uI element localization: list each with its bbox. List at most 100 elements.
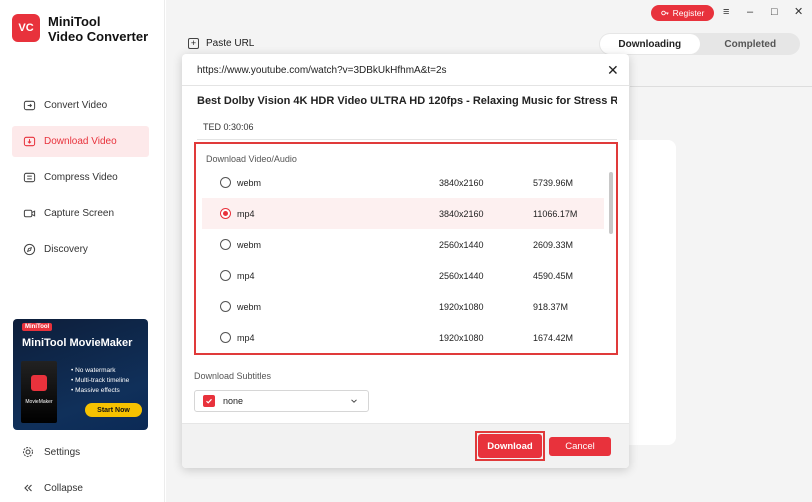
format-size: 11066.17M <box>533 208 578 219</box>
app-name-line1: MiniTool <box>48 14 101 29</box>
format-resolution: 3840x2160 <box>439 208 484 219</box>
check-icon <box>206 398 212 404</box>
video-url: https://www.youtube.com/watch?v=3DBkUkHf… <box>197 65 447 76</box>
format-row[interactable]: mp4 3840x2160 11066.17M <box>202 198 604 229</box>
format-name: webm <box>237 239 262 250</box>
divider <box>182 85 629 86</box>
format-resolution: 2560x1440 <box>439 270 484 281</box>
sidebar: VC MiniTool Video Converter Convert Vide… <box>0 0 165 502</box>
format-name: webm <box>237 301 262 312</box>
chevron-down-icon <box>351 399 357 403</box>
app-logo: VC <box>12 14 40 42</box>
format-size: 4590.45M <box>533 270 574 281</box>
sidebar-item-capture-screen[interactable]: Capture Screen <box>12 198 149 229</box>
register-label: Register <box>672 8 705 18</box>
format-row[interactable]: webm 2560x1440 2609.33M <box>202 229 604 260</box>
download-button[interactable]: Download <box>478 434 542 458</box>
promo-feature: Massive effects <box>71 386 129 396</box>
sidebar-item-label: Compress Video <box>44 172 118 183</box>
promo-feature: Multi-track timeline <box>71 376 129 386</box>
sidebar-item-label: Download Video <box>44 136 117 147</box>
subtitles-value: none <box>223 396 244 406</box>
collapse-button[interactable]: Collapse <box>22 482 83 494</box>
radio-button[interactable] <box>220 332 231 343</box>
format-list: webm 3840x2160 5739.96M mp4 3840x2160 11… <box>202 167 604 353</box>
format-row[interactable]: mp4 1920x1080 1674.42M <box>202 322 604 353</box>
format-row[interactable]: webm 1920x1080 918.37M <box>202 291 604 322</box>
format-list-scrollbar[interactable] <box>609 172 613 234</box>
promo-box-label: MovieMaker <box>25 399 53 405</box>
cancel-button[interactable]: Cancel <box>549 437 611 456</box>
plus-icon: + <box>188 38 199 49</box>
format-size: 1674.42M <box>533 332 574 343</box>
gear-icon <box>23 447 33 457</box>
radio-button[interactable] <box>220 270 231 281</box>
format-name: mp4 <box>237 270 255 281</box>
sidebar-item-label: Convert Video <box>44 100 108 111</box>
menu-icon[interactable]: ≡ <box>723 7 729 18</box>
app-name-line2: Video Converter <box>48 29 149 44</box>
subtitles-dropdown[interactable]: none <box>194 390 369 412</box>
download-subtitles-label: Download Subtitles <box>194 371 272 381</box>
format-resolution: 1920x1080 <box>439 332 484 343</box>
format-resolution: 1920x1080 <box>439 301 484 312</box>
sidebar-item-label: Discovery <box>44 244 88 255</box>
register-button[interactable]: Register <box>651 5 714 21</box>
download-dialog: https://www.youtube.com/watch?v=3DBkUkHf… <box>182 54 629 468</box>
divider <box>197 139 617 140</box>
sidebar-item-convert-video[interactable]: Convert Video <box>12 90 149 121</box>
key-icon <box>660 10 669 16</box>
close-icon[interactable]: ✕ <box>607 62 619 79</box>
radio-button[interactable] <box>220 301 231 312</box>
format-resolution: 2560x1440 <box>439 239 484 250</box>
sidebar-item-discovery[interactable]: Discovery <box>12 234 149 265</box>
format-name: mp4 <box>237 208 255 219</box>
format-size: 5739.96M <box>533 177 574 188</box>
compress-icon <box>22 171 36 185</box>
app-name: MiniTool Video Converter <box>48 14 148 44</box>
radio-button[interactable] <box>220 177 231 188</box>
sidebar-nav: Convert Video Download Video Compress Vi… <box>12 90 149 270</box>
format-name: mp4 <box>237 332 255 343</box>
sidebar-item-label: Capture Screen <box>44 208 115 219</box>
radio-button[interactable] <box>220 239 231 250</box>
capture-icon <box>22 207 36 221</box>
sidebar-item-compress-video[interactable]: Compress Video <box>12 162 149 193</box>
promo-feature: No watermark <box>71 366 129 376</box>
moviemaker-box-image: MovieMaker <box>21 361 57 423</box>
promo-badge: MiniTool <box>22 323 53 331</box>
minimize-icon[interactable]: – <box>747 7 753 18</box>
format-row[interactable]: mp4 2560x1440 4590.45M <box>202 260 604 291</box>
start-now-button[interactable]: Start Now <box>85 403 142 417</box>
paste-url-label: Paste URL <box>206 38 255 49</box>
format-name: webm <box>237 177 262 188</box>
maximize-icon[interactable]: □ <box>771 7 778 18</box>
paste-url-button[interactable]: + Paste URL <box>188 38 254 49</box>
video-title: Best Dolby Vision 4K HDR Video ULTRA HD … <box>197 95 617 107</box>
settings-label: Settings <box>44 446 81 458</box>
format-resolution: 3840x2160 <box>439 177 484 188</box>
moviemaker-promo-banner[interactable]: MiniTool MiniTool MovieMaker MovieMaker … <box>13 319 148 430</box>
tab-completed[interactable]: Completed <box>701 33 801 55</box>
promo-title: MiniTool MovieMaker <box>22 337 133 349</box>
format-size: 918.37M <box>533 301 569 312</box>
moviemaker-logo-icon <box>31 375 47 391</box>
compass-icon <box>22 243 36 257</box>
download-icon <box>22 135 36 149</box>
radio-button[interactable] <box>220 208 231 219</box>
format-row[interactable]: webm 3840x2160 5739.96M <box>202 167 604 198</box>
download-options-box: Download Video/Audio webm 3840x2160 5739… <box>194 142 618 355</box>
download-tabs: Downloading Completed <box>599 33 800 55</box>
format-size: 2609.33M <box>533 239 574 250</box>
collapse-label: Collapse <box>44 482 83 494</box>
tab-downloading[interactable]: Downloading <box>600 34 700 54</box>
download-video-audio-label: Download Video/Audio <box>206 154 297 164</box>
double-chevron-left-icon <box>24 484 32 492</box>
settings-button[interactable]: Settings <box>22 446 80 458</box>
sidebar-item-download-video[interactable]: Download Video <box>12 126 149 157</box>
convert-icon <box>22 99 36 113</box>
close-window-icon[interactable]: ✕ <box>794 7 803 18</box>
promo-features: No watermark Multi-track timeline Massiv… <box>71 366 129 396</box>
background-divider <box>630 86 812 87</box>
subtitles-checkbox[interactable] <box>203 395 215 407</box>
